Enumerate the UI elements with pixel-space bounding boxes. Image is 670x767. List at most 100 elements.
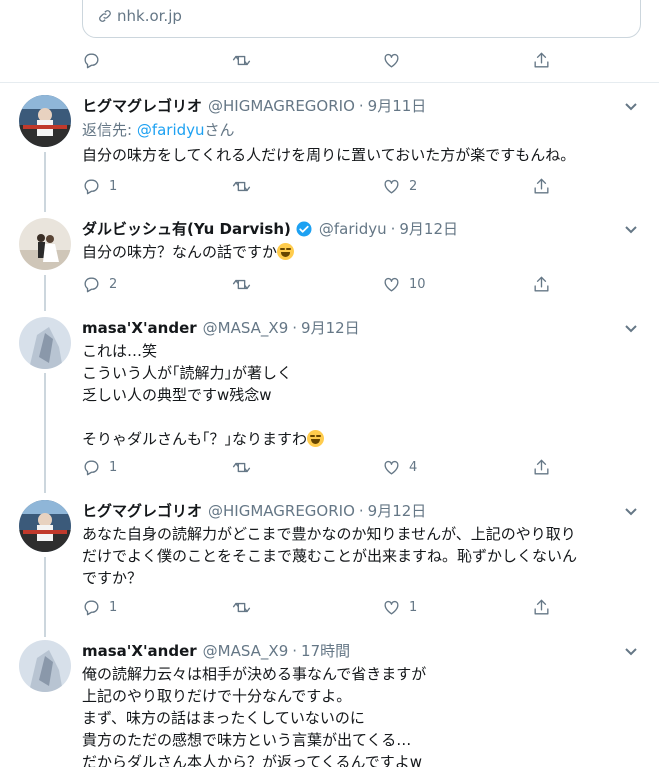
timestamp[interactable]: 9月12日 (399, 218, 458, 239)
reply-context: 返信先: @faridyuさん (82, 121, 235, 139)
mention-link[interactable]: @faridyu (137, 121, 205, 139)
timestamp[interactable]: 9月12日 (368, 500, 427, 521)
display-name[interactable]: ヒグマグレゴリオ (82, 500, 202, 521)
more-options-button[interactable] (623, 320, 639, 336)
tweet-header: ヒグマグレゴリオ @HIGMAGREGORIO · 9月12日 (82, 500, 426, 521)
avatar[interactable] (19, 500, 71, 552)
chevron-down-icon (625, 226, 637, 234)
reply-button[interactable] (82, 49, 232, 71)
tweet-actions: 2 10 (82, 273, 562, 295)
user-handle[interactable]: @MASA_X9 (203, 319, 289, 337)
share-button[interactable] (532, 175, 551, 197)
reply-button[interactable]: 2 (82, 273, 232, 295)
retweet-button[interactable] (232, 596, 382, 618)
heart-icon (384, 277, 399, 292)
user-handle[interactable]: @HIGMAGREGORIO (208, 502, 355, 520)
display-name[interactable]: ダルビッシュ有(Yu Darvish) (82, 218, 291, 239)
reply-icon (84, 459, 99, 475)
display-name[interactable]: masa'X'ander (82, 319, 197, 337)
share-icon (534, 599, 549, 615)
chevron-down-icon (625, 648, 637, 656)
tweet-actions: 1 1 (82, 596, 562, 618)
more-options-button[interactable] (623, 643, 639, 659)
like-button[interactable]: 10 (382, 273, 532, 295)
avatar[interactable] (19, 218, 71, 270)
separator-dot: · (390, 219, 396, 238)
share-button[interactable] (532, 456, 551, 478)
retweet-button[interactable] (232, 175, 382, 197)
like-button[interactable]: 4 (382, 456, 532, 478)
share-icon (534, 178, 549, 194)
link-preview-card[interactable]: nhk.or.jp (82, 0, 641, 38)
user-handle[interactable]: @faridyu (319, 220, 387, 238)
timestamp[interactable]: 17時間 (301, 640, 350, 661)
reply-count: 1 (109, 599, 118, 615)
separator-dot: · (292, 318, 298, 337)
avatar[interactable] (19, 95, 71, 147)
tweet-header: masa'X'ander @MASA_X9 · 9月12日 (82, 317, 360, 338)
heart-icon (384, 460, 399, 475)
verified-badge-icon (296, 221, 312, 236)
like-count: 2 (409, 178, 418, 194)
like-count: 4 (409, 459, 418, 475)
reply-button[interactable]: 1 (82, 456, 232, 478)
tweet-actions: 1 4 (82, 456, 562, 478)
reply-icon (84, 52, 99, 68)
tweet-text: 自分の味方をしてくれる人だけを周りに置いておいた方が楽ですもんね。 (82, 146, 576, 164)
timestamp[interactable]: 9月11日 (368, 95, 427, 116)
more-options-button[interactable] (623, 98, 639, 114)
separator-dot: · (358, 501, 364, 520)
link-domain-text: nhk.or.jp (117, 7, 182, 25)
reply-count: 2 (109, 276, 118, 292)
tweet-actions: 1 2 (82, 175, 562, 197)
retweet-button[interactable] (232, 273, 382, 295)
link-icon (99, 10, 111, 22)
tweet-header: masa'X'ander @MASA_X9 · 17時間 (82, 640, 350, 661)
share-button[interactable] (532, 596, 551, 618)
tweet-header: ダルビッシュ有(Yu Darvish) @faridyu · 9月12日 (82, 218, 458, 239)
thread-line (44, 275, 46, 311)
avatar[interactable] (19, 317, 71, 369)
chevron-down-icon (625, 325, 637, 333)
like-count: 10 (409, 276, 426, 292)
like-button[interactable] (382, 49, 532, 71)
more-options-button[interactable] (623, 503, 639, 519)
tweet-text: あなた自身の読解力がどこまで豊かなのか知りませんが、上記のやり取り だけでよく僕… (82, 525, 578, 587)
heart-icon (384, 179, 399, 194)
retweet-icon (232, 55, 251, 65)
share-button[interactable] (532, 273, 551, 295)
share-button[interactable] (532, 49, 551, 71)
retweet-icon (232, 279, 251, 289)
separator-dot: · (292, 641, 298, 660)
like-button[interactable]: 2 (382, 175, 532, 197)
thread-line (44, 557, 46, 637)
chevron-down-icon (625, 103, 637, 111)
display-name[interactable]: ヒグマグレゴリオ (82, 95, 202, 116)
tweet-text: 自分の味方？なんの話ですか (82, 241, 642, 263)
reply-count: 1 (109, 459, 118, 475)
retweet-button[interactable] (232, 456, 382, 478)
reply-icon (84, 276, 99, 292)
user-handle[interactable]: @MASA_X9 (203, 642, 289, 660)
timestamp[interactable]: 9月12日 (301, 317, 360, 338)
heart-icon (384, 53, 399, 68)
more-options-button[interactable] (623, 221, 639, 237)
share-icon (534, 459, 549, 475)
retweet-icon (232, 602, 251, 612)
reply-icon (84, 599, 99, 615)
user-handle[interactable]: @HIGMAGREGORIO (208, 97, 355, 115)
like-count: 1 (409, 599, 418, 615)
avatar[interactable] (19, 640, 71, 692)
retweet-icon (232, 181, 251, 191)
heart-icon (384, 600, 399, 615)
tweet-actions (82, 49, 562, 71)
share-icon (534, 52, 549, 68)
reply-button[interactable]: 1 (82, 596, 232, 618)
reply-button[interactable]: 1 (82, 175, 232, 197)
thread-line (44, 373, 46, 493)
retweet-button[interactable] (232, 49, 382, 71)
like-button[interactable]: 1 (382, 596, 532, 618)
display-name[interactable]: masa'X'ander (82, 642, 197, 660)
reply-count: 1 (109, 178, 118, 194)
tears-of-joy-emoji-icon (307, 430, 325, 447)
